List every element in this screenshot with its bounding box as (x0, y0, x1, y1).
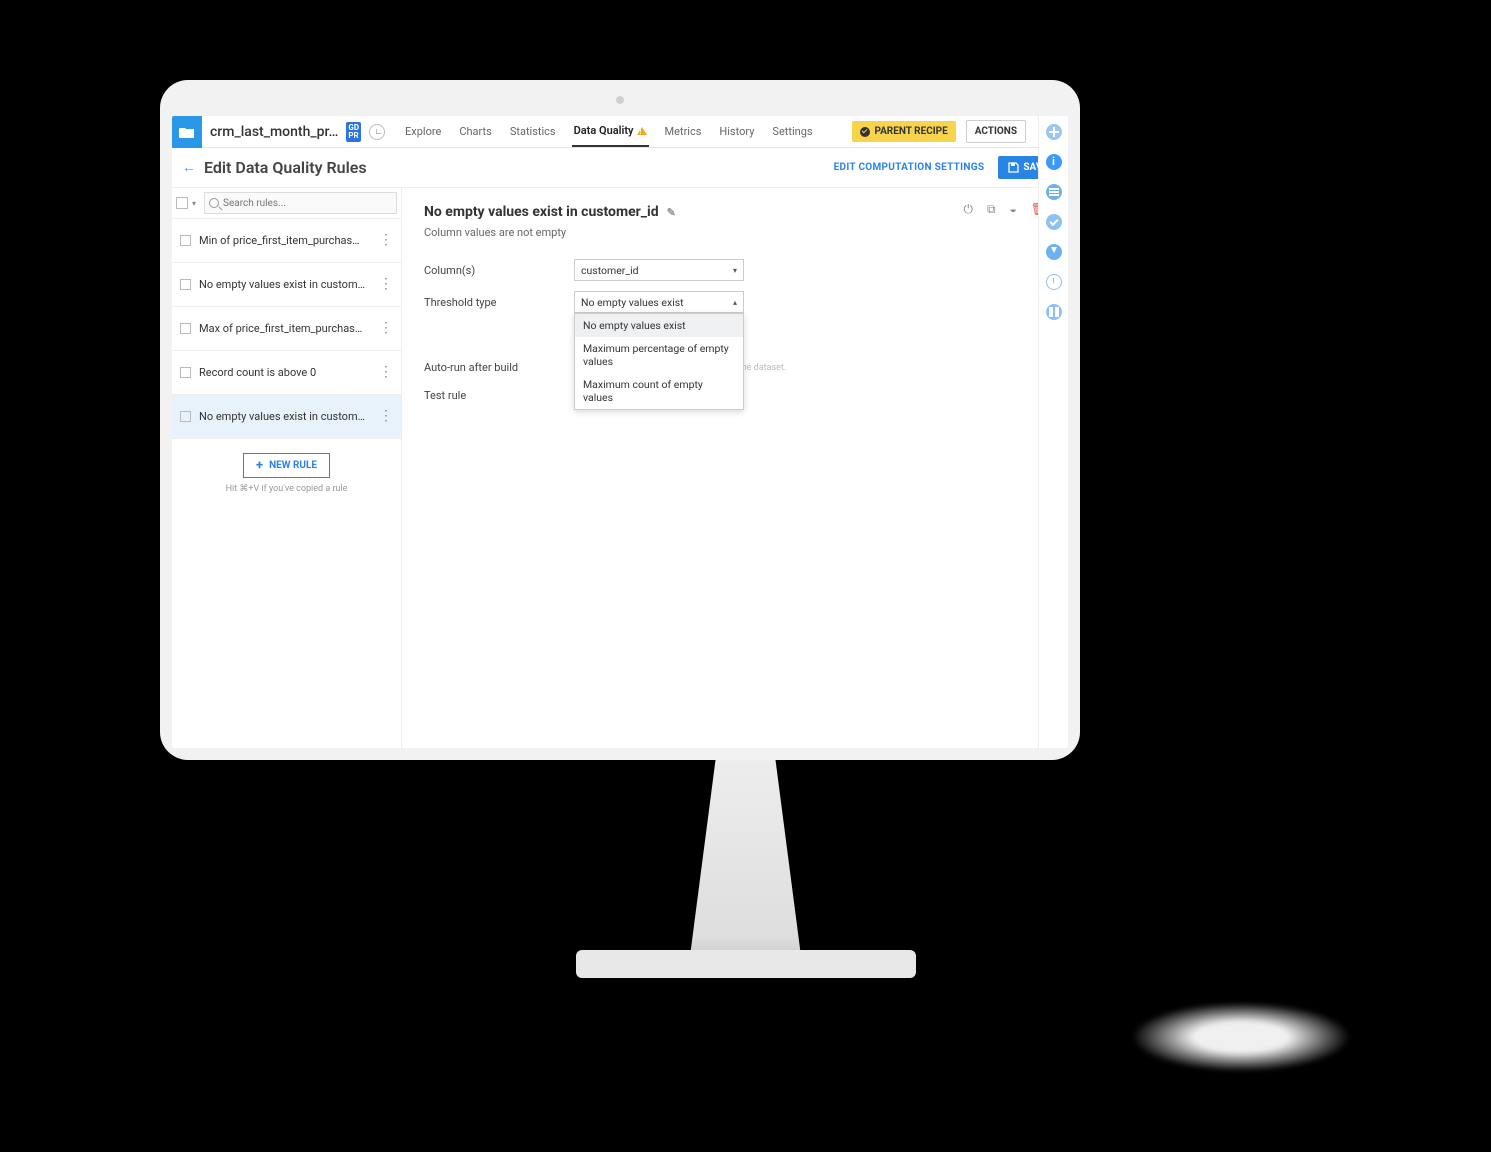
rules-list: Min of price_first_item_purchas…⋮No empt… (172, 219, 401, 439)
right-rail: i (1038, 116, 1068, 748)
search-input[interactable] (223, 198, 392, 209)
threshold-option[interactable]: Maximum percentage of empty values (575, 337, 743, 373)
tab-data-quality-label: Data Quality (574, 124, 634, 137)
parent-recipe-label: PARENT RECIPE (874, 126, 947, 137)
actions-button[interactable]: ACTIONS (966, 120, 1026, 143)
subheader: ← Edit Data Quality Rules EDIT COMPUTATI… (172, 148, 1068, 188)
dataset-name[interactable]: crm_last_month_pr… (206, 124, 342, 140)
topbar: crm_last_month_pr… GD PR Explore Charts … (172, 116, 1068, 148)
columns-select[interactable]: customer_id ▾ (574, 259, 744, 281)
detail-title-row: No empty values exist in customer_id ✎ (424, 204, 1046, 220)
threshold-option[interactable]: Maximum count of empty values (575, 373, 743, 409)
tab-metrics[interactable]: Metrics (663, 116, 704, 147)
copy-icon[interactable]: ⧉ (987, 202, 996, 217)
copy-hint: Hit ⌘+V if you've copied a rule (172, 484, 401, 494)
pencil-icon[interactable]: ✎ (667, 206, 676, 219)
rule-label: No empty values exist in custom… (199, 410, 371, 423)
rule-checkbox[interactable] (180, 323, 191, 334)
monitor-base (576, 950, 916, 978)
testrule-label: Test rule (424, 389, 574, 402)
rule-label: Max of price_first_item_purchas… (199, 322, 371, 335)
camera-dot (616, 96, 624, 104)
tabs: Explore Charts Statistics Data Quality M… (403, 116, 815, 147)
power-icon[interactable]: ⏻ (963, 202, 973, 217)
shield-icon[interactable]: ◒ (1010, 202, 1017, 217)
more-icon[interactable]: ⋮ (379, 414, 393, 420)
rail-list-icon[interactable] (1046, 184, 1062, 200)
more-icon[interactable]: ⋮ (379, 326, 393, 332)
select-all-checkbox[interactable] (176, 197, 188, 209)
rail-info-icon[interactable]: i (1046, 154, 1062, 170)
plus-icon: + (256, 461, 263, 471)
rule-detail: ⏻ ⧉ ◒ 🗑 No empty values exist in custome… (402, 188, 1068, 748)
tab-settings[interactable]: Settings (770, 116, 814, 147)
rule-label: Min of price_first_item_purchas… (199, 234, 371, 247)
rule-row[interactable]: No empty values exist in custom… ⋮ (172, 263, 401, 307)
search-icon (209, 198, 219, 208)
detail-title: No empty values exist in customer_id (424, 204, 659, 220)
more-icon[interactable]: ⋮ (379, 370, 393, 376)
edit-computation-settings[interactable]: EDIT COMPUTATION SETTINGS (834, 162, 985, 173)
warning-icon (637, 127, 647, 135)
threshold-dropdown: No empty values existMaximum percentage … (574, 313, 744, 410)
tab-history[interactable]: History (717, 116, 756, 147)
rules-panel: ▾ Min of price_first_item_purchas…⋮No em… (172, 188, 402, 748)
threshold-label: Threshold type (424, 296, 574, 309)
detail-actions: ⏻ ⧉ ◒ 🗑 (963, 202, 1046, 217)
app-screen: crm_last_month_pr… GD PR Explore Charts … (172, 116, 1068, 748)
tab-statistics[interactable]: Statistics (508, 116, 558, 147)
save-icon (1008, 162, 1019, 173)
columns-label: Column(s) (424, 264, 574, 277)
chevron-down-icon[interactable]: ▾ (192, 199, 196, 208)
rule-checkbox[interactable] (180, 367, 191, 378)
monitor-frame: crm_last_month_pr… GD PR Explore Charts … (160, 80, 1080, 760)
caret-up-icon: ▴ (733, 298, 737, 307)
threshold-value: No empty values exist (581, 296, 684, 309)
parent-recipe-button[interactable]: PARENT RECIPE (852, 121, 955, 142)
shadow-blob (1131, 1002, 1351, 1072)
rule-row[interactable]: Record count is above 0 ⋮ (172, 351, 401, 395)
history-icon[interactable] (369, 124, 385, 140)
rule-checkbox[interactable] (180, 235, 191, 246)
rules-toolbar: ▾ (172, 188, 401, 219)
row-threshold: Threshold type No empty values exist ▴ N… (424, 291, 1046, 313)
rail-check-icon[interactable] (1046, 214, 1062, 230)
detail-subtitle: Column values are not empty (424, 226, 1046, 239)
body: ▾ Min of price_first_item_purchas…⋮No em… (172, 188, 1068, 748)
new-rule-label: NEW RULE (269, 460, 317, 471)
rule-checkbox[interactable] (180, 411, 191, 422)
columns-value: customer_id (581, 264, 639, 277)
check-icon (860, 127, 870, 137)
tab-data-quality[interactable]: Data Quality (572, 116, 649, 147)
rule-label: Record count is above 0 (199, 366, 371, 379)
back-link[interactable]: ← (182, 159, 196, 176)
gdpr-badge: GD PR (346, 122, 361, 142)
rule-row[interactable]: Min of price_first_item_purchas… ⋮ (172, 219, 401, 263)
more-icon[interactable]: ⋮ (379, 238, 393, 244)
row-columns: Column(s) customer_id ▾ (424, 259, 1046, 281)
more-icon[interactable]: ⋮ (379, 282, 393, 288)
rule-row[interactable]: Max of price_first_item_purchas… ⋮ (172, 307, 401, 351)
monitor-stand (646, 760, 846, 960)
page-title: Edit Data Quality Rules (204, 158, 367, 177)
rail-download-icon[interactable] (1046, 244, 1062, 260)
caret-down-icon: ▾ (733, 266, 737, 275)
rail-columns-icon[interactable] (1046, 304, 1062, 320)
autorun-label: Auto-run after build (424, 361, 574, 374)
rule-row[interactable]: No empty values exist in custom… ⋮ (172, 395, 401, 439)
tab-explore[interactable]: Explore (403, 116, 443, 147)
rule-checkbox[interactable] (180, 279, 191, 290)
rail-clock-icon[interactable] (1046, 274, 1062, 290)
rail-add-icon[interactable] (1046, 124, 1062, 140)
threshold-select[interactable]: No empty values exist ▴ No empty values … (574, 291, 744, 313)
tab-charts[interactable]: Charts (457, 116, 493, 147)
threshold-option[interactable]: No empty values exist (575, 314, 743, 337)
folder-button[interactable] (172, 116, 202, 148)
rule-label: No empty values exist in custom… (199, 278, 371, 291)
new-rule-button[interactable]: + NEW RULE (243, 453, 330, 478)
search-wrap (204, 192, 397, 214)
